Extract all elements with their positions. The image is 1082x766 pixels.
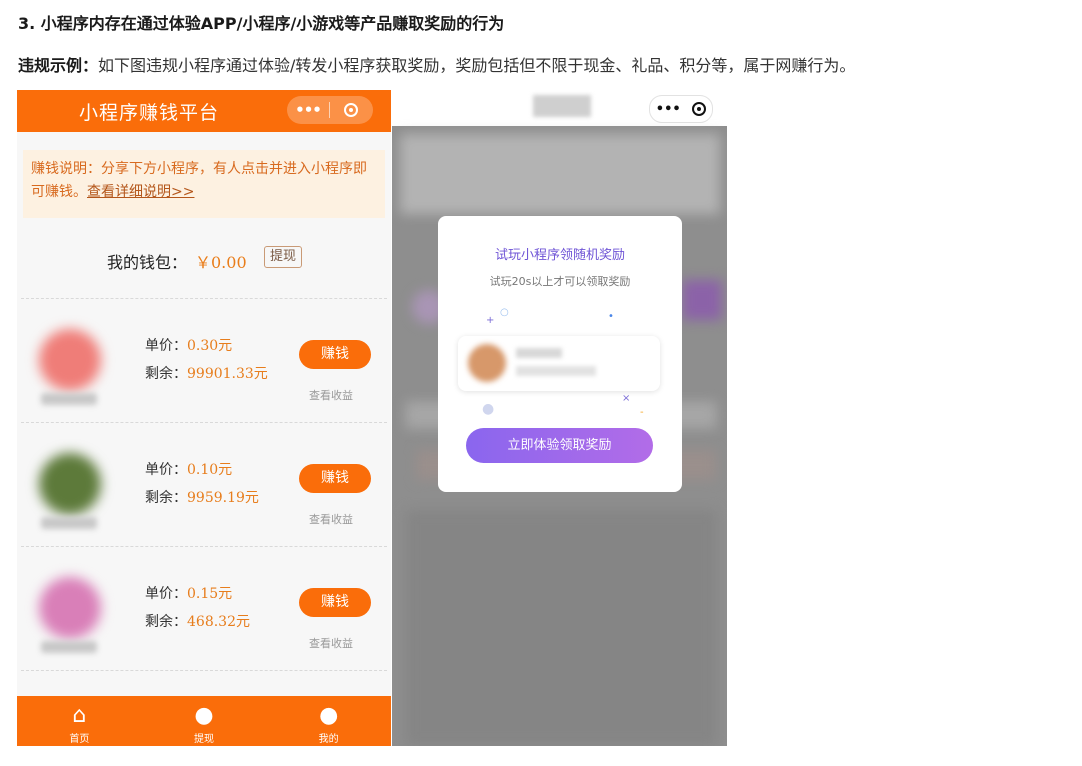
tab-withdraw-label: 提现 (194, 734, 214, 745)
earn-notice: 赚钱说明：分享下方小程序，有人点击并进入小程序即可赚钱。查看详细说明>> (23, 150, 385, 218)
nav-bar: ••• (392, 90, 727, 126)
reward-modal: 试玩小程序领随机奖励 试玩20s以上才可以领取奖励 ○ + • ● × - 立即… (438, 216, 682, 492)
mini-program-avatar (39, 577, 101, 639)
mini-program-avatar (39, 453, 101, 515)
wallet-label: 我的钱包： (107, 253, 188, 272)
close-target-icon[interactable] (330, 103, 372, 117)
tab-home[interactable]: ⌂ 首页 (17, 696, 142, 746)
sparkle-icon: × (622, 393, 631, 404)
blurred-title (533, 95, 591, 117)
view-income-link[interactable]: 查看收益 (309, 387, 353, 403)
blurred-feed (406, 510, 716, 746)
screenshot-trial-reward: ••• 试玩小程序领随机奖励 试玩20s以上才可以领取奖励 ○ + • ● × … (392, 90, 727, 746)
sparkle-icon: ● (482, 401, 495, 417)
example-text: 如下图违规小程序通过体验/转发小程序获取奖励，奖励包括但不限于现金、礼品、积分等… (98, 56, 856, 75)
nav-bar: 小程序赚钱平台 ••• (17, 90, 391, 132)
tab-bar: ⌂ 首页 ● 提现 ● 我的 (17, 696, 391, 746)
mini-program-capsule[interactable]: ••• (287, 96, 373, 124)
money-bag-icon: ● (194, 703, 214, 728)
blurred-game-desc (516, 366, 596, 376)
wallet-row: 我的钱包： ￥0.00 提现 (21, 218, 387, 299)
example-label: 违规示例： (18, 56, 99, 75)
unit-price: 单价：0.15元 (145, 586, 233, 602)
earn-button[interactable]: 赚钱 (299, 464, 371, 493)
sparkle-icon: • (608, 311, 614, 322)
more-icon[interactable]: ••• (656, 102, 681, 117)
notice-text: 赚钱说明：分享下方小程序，有人点击并进入小程序即可赚钱。 (31, 161, 367, 200)
section-heading: 3. 小程序内存在通过体验APP/小程序/小游戏等产品赚取奖励的行为 (18, 14, 505, 33)
unit-price: 单价：0.30元 (145, 338, 233, 354)
modal-title: 试玩小程序领随机奖励 (494, 248, 625, 263)
view-income-link[interactable]: 查看收益 (309, 635, 353, 651)
wallet-amount: ￥0.00 (195, 253, 247, 272)
remaining-amount: 剩余：468.32元 (145, 614, 250, 630)
sparkle-icon: - (640, 407, 644, 418)
app-title: 小程序赚钱平台 (78, 102, 219, 124)
earn-button[interactable]: 赚钱 (299, 588, 371, 617)
modal-subtitle: 试玩20s以上才可以领取奖励 (489, 275, 631, 288)
list-item: 单价：0.10元 剩余：9959.19元 赚钱 查看收益 (21, 423, 387, 547)
tab-mine[interactable]: ● 我的 (266, 696, 391, 746)
blurred-name (41, 393, 97, 405)
tab-home-label: 首页 (69, 734, 90, 745)
game-icon (468, 344, 506, 382)
blurred-promo (682, 280, 722, 320)
sparkle-icon: + (486, 315, 495, 326)
remaining-amount: 剩余：99901.33元 (145, 366, 268, 382)
remaining-amount: 剩余：9959.19元 (145, 490, 259, 506)
screenshot-earn-platform: 小程序赚钱平台 ••• 赚钱说明：分享下方小程序，有人点击并进入小程序即可赚钱。… (17, 90, 391, 746)
violation-example: 违规示例：如下图违规小程序通过体验/转发小程序获取奖励，奖励包括但不限于现金、礼… (18, 52, 855, 76)
more-icon[interactable]: ••• (287, 101, 329, 119)
notice-detail-link[interactable]: 查看详细说明>> (87, 184, 194, 200)
user-icon: ● (319, 703, 339, 728)
blurred-name (41, 641, 97, 653)
unit-price: 单价：0.10元 (145, 462, 233, 478)
home-icon: ⌂ (72, 703, 87, 728)
tab-mine-label: 我的 (318, 734, 339, 745)
tab-withdraw[interactable]: ● 提现 (142, 696, 267, 746)
blurred-game-name (516, 348, 562, 358)
list-item: 单价：0.15元 剩余：468.32元 赚钱 查看收益 (21, 547, 387, 671)
mini-game-card[interactable] (458, 336, 660, 391)
sparkle-icon: ○ (500, 307, 509, 318)
earn-button[interactable]: 赚钱 (299, 340, 371, 369)
list-item: 单价：0.30元 剩余：99901.33元 赚钱 查看收益 (21, 299, 387, 423)
blurred-banner (400, 134, 720, 214)
withdraw-button[interactable]: 提现 (264, 246, 303, 268)
mini-program-avatar (39, 329, 101, 391)
close-target-icon[interactable] (692, 102, 707, 116)
mini-program-capsule[interactable]: ••• (649, 95, 713, 123)
view-income-link[interactable]: 查看收益 (309, 511, 353, 527)
blurred-name (41, 517, 97, 529)
claim-reward-button[interactable]: 立即体验领取奖励 (466, 428, 653, 463)
